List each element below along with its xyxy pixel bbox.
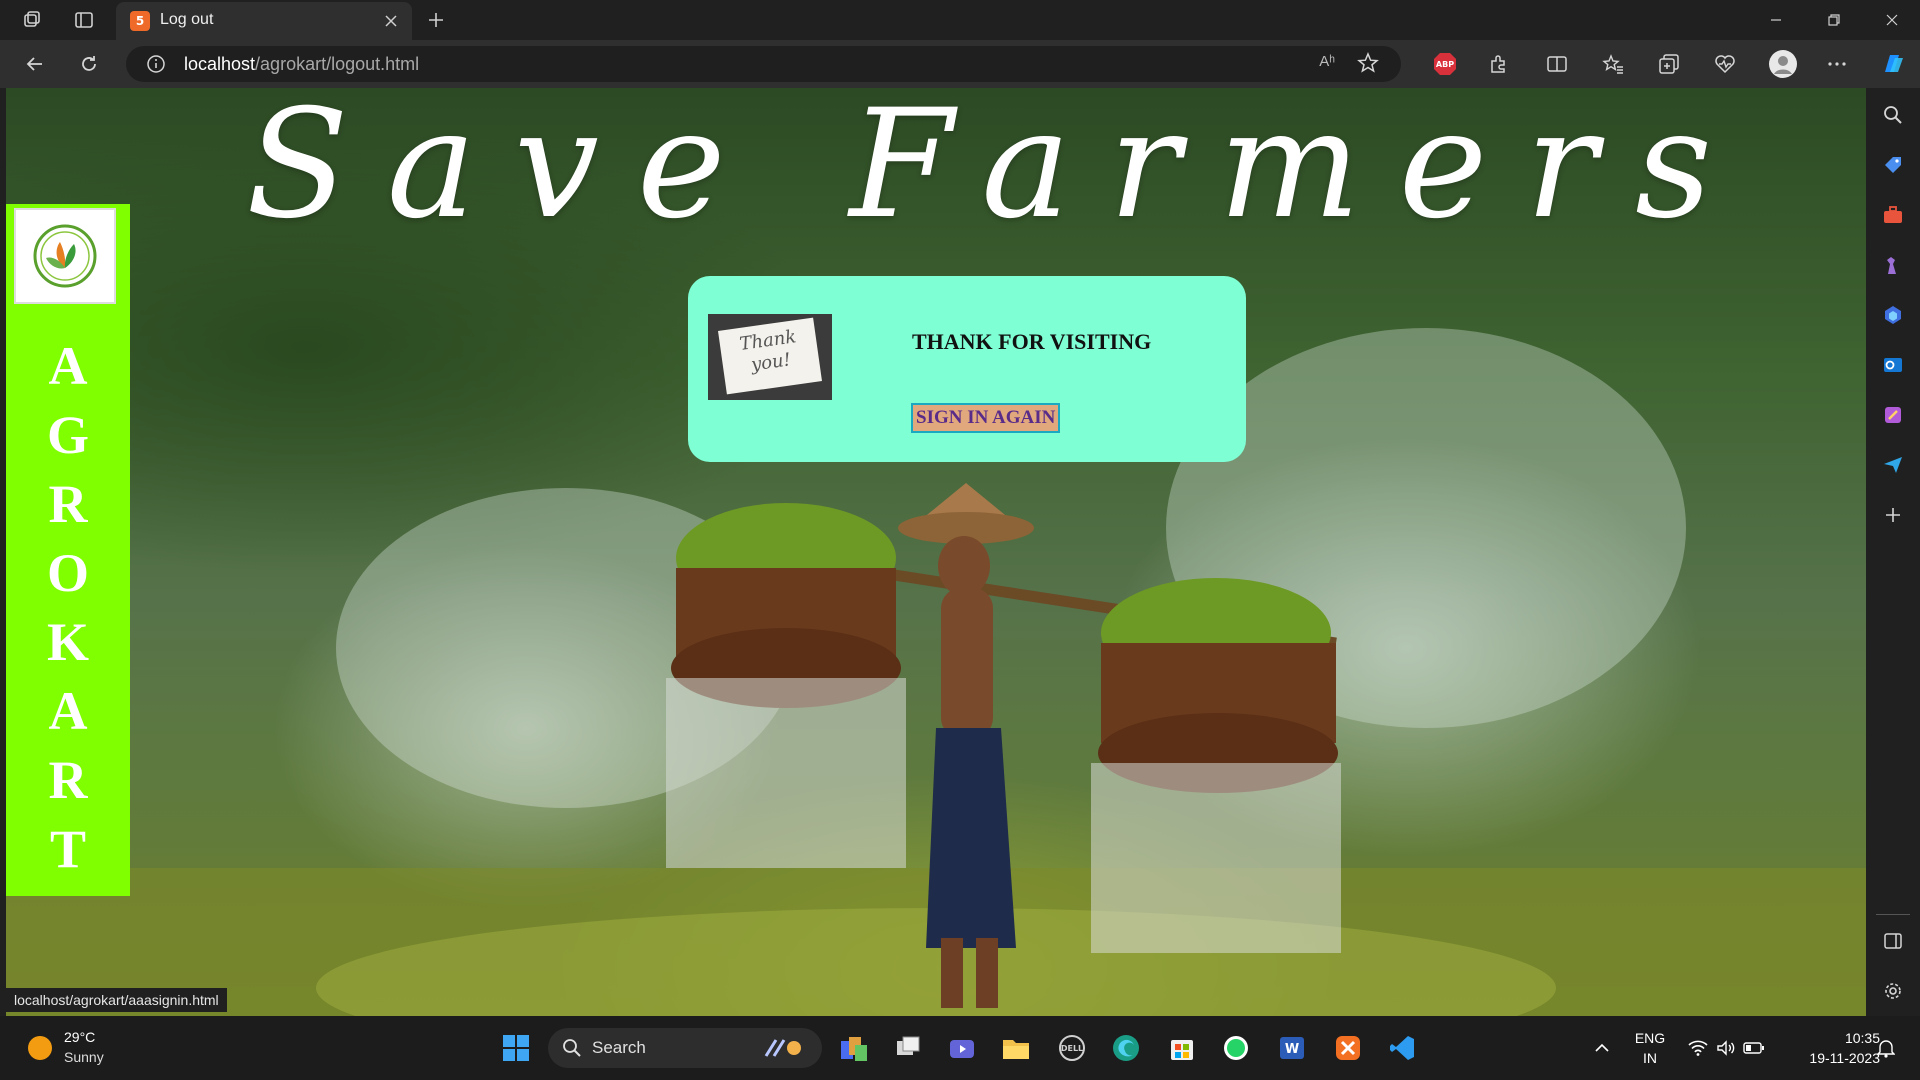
language-bottom[interactable]: IN bbox=[1628, 1050, 1672, 1066]
new-tab-button[interactable] bbox=[420, 4, 452, 36]
brand-name-vertical: A G R O K A R T bbox=[6, 332, 130, 884]
browser-essentials-icon[interactable] bbox=[1708, 48, 1742, 80]
task-view-icon[interactable] bbox=[890, 1030, 926, 1066]
windows-taskbar: 29°C Sunny Search DELL W ENG IN 10:35 19… bbox=[0, 1016, 1920, 1080]
web-page: Save Farmers A G R O K A R T Thank you! bbox=[6, 88, 1866, 1016]
search-icon bbox=[562, 1038, 582, 1062]
language-top[interactable]: ENG bbox=[1628, 1030, 1672, 1046]
settings-gear-icon[interactable] bbox=[1878, 976, 1908, 1006]
html5-icon: 5 bbox=[130, 11, 150, 31]
copilot-icon[interactable] bbox=[1876, 48, 1910, 80]
battery-icon[interactable] bbox=[1736, 1030, 1772, 1066]
microsoft-365-icon[interactable] bbox=[1878, 300, 1908, 330]
brand-letter: O bbox=[46, 543, 89, 603]
sidebar-divider bbox=[1876, 914, 1910, 915]
close-window-button[interactable] bbox=[1864, 0, 1920, 40]
microsoft-store-icon[interactable] bbox=[1164, 1030, 1200, 1066]
vscode-icon[interactable] bbox=[1384, 1030, 1420, 1066]
thank-you-note: Thank you! bbox=[718, 317, 822, 395]
clock-time[interactable]: 10:35 bbox=[1780, 1030, 1880, 1046]
brand-bar: A G R O K A R T bbox=[6, 204, 130, 896]
brand-letter: A bbox=[48, 681, 88, 741]
word-icon[interactable]: W bbox=[1274, 1030, 1310, 1066]
address-bar[interactable]: localhost/agrokart/logout.html Aʰ bbox=[126, 46, 1401, 82]
show-hidden-icons[interactable] bbox=[1584, 1030, 1620, 1066]
collections-icon[interactable] bbox=[1652, 48, 1686, 80]
adblock-icon[interactable]: ABP bbox=[1428, 48, 1462, 80]
tools-briefcase-icon[interactable] bbox=[1878, 200, 1908, 230]
sign-in-again-button[interactable]: SIGN IN AGAIN bbox=[911, 403, 1061, 433]
extensions-icon[interactable] bbox=[1482, 48, 1516, 80]
logout-card: Thank you! THANK FOR VISITING SIGN IN AG… bbox=[688, 276, 1246, 462]
send-drop-icon[interactable] bbox=[1878, 450, 1908, 480]
notification-bell-icon[interactable] bbox=[1868, 1030, 1904, 1066]
restore-button[interactable] bbox=[1806, 0, 1862, 40]
favorites-icon[interactable] bbox=[1596, 48, 1630, 80]
page-headline: Save Farmers bbox=[246, 88, 1751, 252]
read-aloud-icon[interactable]: Aʰ bbox=[1319, 53, 1335, 70]
designer-icon[interactable] bbox=[1878, 400, 1908, 430]
hide-sidebar-icon[interactable] bbox=[1878, 926, 1908, 956]
file-explorer-icon[interactable] bbox=[998, 1030, 1034, 1066]
url-path: /agrokart/logout.html bbox=[255, 54, 420, 74]
brand-letter: G bbox=[46, 405, 89, 465]
refresh-icon[interactable] bbox=[72, 48, 106, 80]
brand-letter: R bbox=[48, 750, 88, 810]
url-host: localhost bbox=[184, 54, 256, 74]
brand-letter: T bbox=[49, 819, 87, 879]
agrokart-logo[interactable] bbox=[14, 208, 116, 304]
minimize-button[interactable] bbox=[1748, 0, 1804, 40]
favorite-star-icon[interactable] bbox=[1357, 52, 1379, 78]
url-text[interactable]: localhost/agrokart/logout.html bbox=[184, 54, 419, 75]
workspaces-icon[interactable] bbox=[14, 4, 50, 36]
brand-letter: K bbox=[46, 612, 89, 672]
whatsapp-icon[interactable] bbox=[1218, 1030, 1254, 1066]
dell-icon[interactable]: DELL bbox=[1054, 1030, 1090, 1066]
edge-browser-icon[interactable] bbox=[1108, 1030, 1144, 1066]
taskbar-search[interactable]: Search bbox=[548, 1028, 822, 1068]
xampp-icon[interactable] bbox=[1330, 1030, 1366, 1066]
brand-letter: R bbox=[48, 474, 88, 534]
thank-you-image: Thank you! bbox=[708, 314, 832, 400]
windows-start-icon[interactable] bbox=[498, 1030, 534, 1066]
games-icon[interactable] bbox=[1878, 250, 1908, 280]
tab-title: Log out bbox=[160, 11, 214, 28]
search-icon[interactable] bbox=[1878, 100, 1908, 130]
copilot-app-icon[interactable] bbox=[836, 1030, 872, 1066]
weather-temperature[interactable]: 29°C bbox=[64, 1029, 95, 1045]
tab-strip: 5 Log out bbox=[0, 0, 1920, 40]
more-options-icon[interactable] bbox=[1820, 48, 1854, 80]
svg-text:ABP: ABP bbox=[1436, 60, 1454, 69]
search-highlight-icon bbox=[762, 1036, 808, 1064]
clock-date[interactable]: 19-11-2023 bbox=[1780, 1050, 1880, 1066]
back-icon[interactable] bbox=[18, 48, 52, 80]
thank-you-heading: THANK FOR VISITING bbox=[912, 329, 1152, 354]
outlook-icon[interactable] bbox=[1878, 350, 1908, 380]
weather-condition[interactable]: Sunny bbox=[64, 1049, 104, 1065]
brand-letter: A bbox=[48, 336, 88, 396]
add-sidebar-app-icon[interactable] bbox=[1878, 500, 1908, 530]
site-info-icon[interactable] bbox=[146, 54, 166, 78]
weather-sun-icon[interactable] bbox=[28, 1036, 52, 1060]
browser-toolbar: localhost/agrokart/logout.html Aʰ ABP bbox=[0, 40, 1920, 88]
split-screen-icon[interactable] bbox=[1540, 48, 1574, 80]
teams-meet-icon[interactable] bbox=[944, 1030, 980, 1066]
svg-text:DELL: DELL bbox=[1061, 1044, 1083, 1053]
edge-sidebar bbox=[1866, 88, 1920, 1016]
svg-text:W: W bbox=[1285, 1042, 1299, 1057]
profile-avatar[interactable] bbox=[1766, 48, 1800, 80]
shopping-tag-icon[interactable] bbox=[1878, 150, 1908, 180]
close-tab-icon[interactable] bbox=[380, 10, 402, 32]
link-status-tooltip: localhost/agrokart/aaasignin.html bbox=[6, 988, 227, 1012]
tab-actions-icon[interactable] bbox=[66, 4, 102, 36]
active-tab[interactable]: 5 Log out bbox=[116, 2, 412, 40]
search-label: Search bbox=[592, 1038, 646, 1057]
